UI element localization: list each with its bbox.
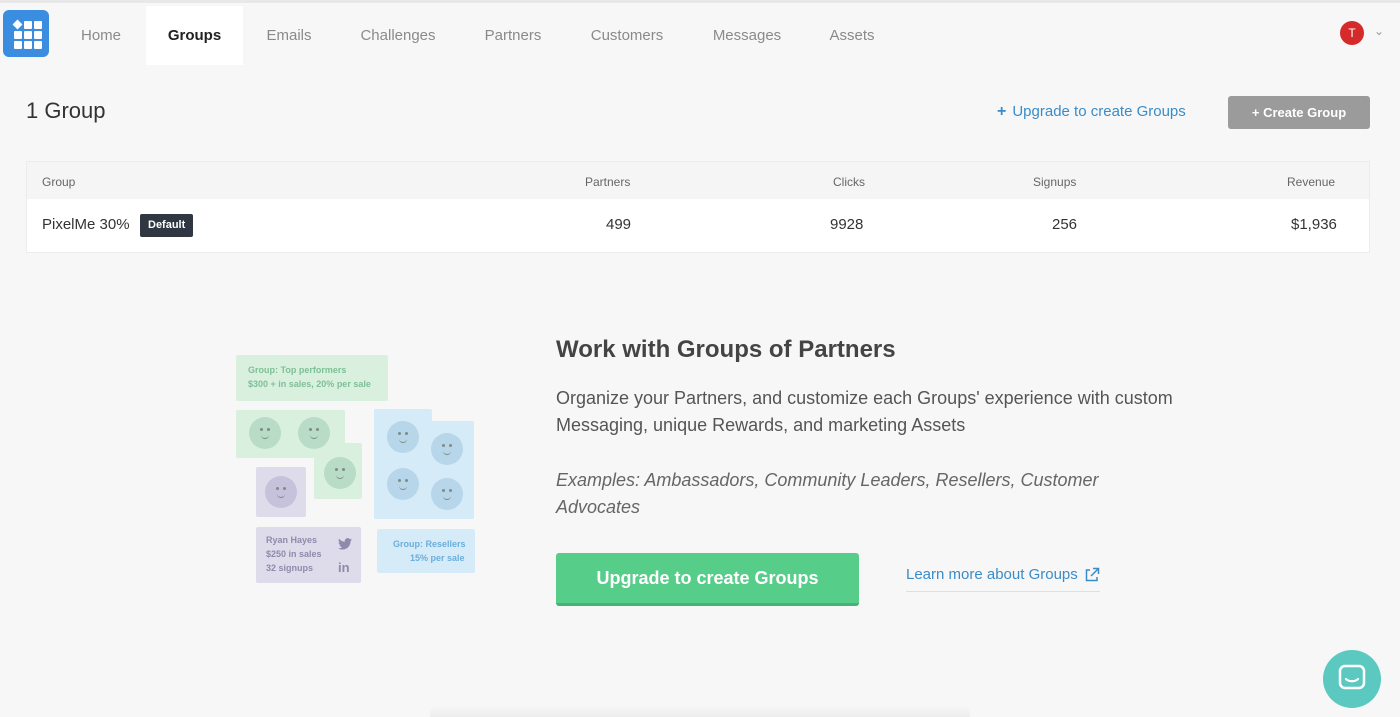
- external-link-icon: [1085, 567, 1100, 582]
- chat-icon: [1338, 664, 1366, 690]
- partner-face-icon: [265, 476, 297, 508]
- create-group-button[interactable]: + Create Group: [1228, 96, 1370, 129]
- column-header-partners[interactable]: Partners: [585, 175, 630, 189]
- upgrade-button[interactable]: Upgrade to create Groups: [556, 553, 859, 606]
- partner-face-icon: [249, 417, 281, 449]
- table-header: Group Partners Clicks Signups Revenue: [27, 162, 1369, 199]
- person-sales: $250 in sales: [266, 549, 322, 559]
- upgrade-link-label: Upgrade to create Groups: [1012, 103, 1186, 120]
- column-header-revenue[interactable]: Revenue: [1287, 175, 1335, 189]
- partner-face-icon: [324, 457, 356, 489]
- nav-emails[interactable]: Emails: [253, 6, 325, 65]
- clicks-count: 9928: [830, 216, 864, 233]
- chat-launcher-button[interactable]: [1323, 650, 1381, 708]
- group-name[interactable]: PixelMe 30%: [42, 216, 130, 233]
- promo-title: Work with Groups of Partners: [556, 336, 896, 363]
- groups-illustration: Group: Top performers $300 + in sales, 2…: [236, 355, 476, 585]
- partner-face-icon: [387, 468, 419, 500]
- promo-description: Organize your Partners, and customize ea…: [556, 388, 1173, 435]
- twitter-icon: [338, 538, 352, 550]
- promo-examples: Examples: Ambassadors, Community Leaders…: [556, 470, 1099, 517]
- nav-home[interactable]: Home: [66, 6, 136, 65]
- resellers-line2: 15% per sale: [410, 553, 465, 563]
- revenue-value: $1,936: [1291, 216, 1337, 233]
- partner-face-icon: [387, 421, 419, 453]
- chevron-down-icon[interactable]: ⌄: [1374, 25, 1386, 37]
- resellers-card: [377, 529, 475, 573]
- page-title: 1 Group: [26, 98, 106, 123]
- upgrade-link[interactable]: + Upgrade to create Groups: [997, 103, 1186, 121]
- nav-challenges[interactable]: Challenges: [345, 6, 451, 65]
- column-header-signups[interactable]: Signups: [1033, 175, 1076, 189]
- partner-face-icon: [431, 433, 463, 465]
- column-header-clicks[interactable]: Clicks: [833, 175, 865, 189]
- top-nav: Home Groups Emails Challenges Partners C…: [0, 0, 1400, 65]
- nav-messages[interactable]: Messages: [698, 6, 796, 65]
- resellers-line1: Group: Resellers: [393, 539, 466, 549]
- nav-groups[interactable]: Groups: [146, 6, 243, 65]
- app-logo-icon[interactable]: [3, 10, 49, 57]
- top-card-line2: $300 + in sales, 20% per sale: [248, 379, 371, 389]
- partner-face-icon: [298, 417, 330, 449]
- linkedin-icon: in: [338, 560, 350, 575]
- top-card-line1: Group: Top performers: [248, 365, 347, 375]
- partners-count: 499: [606, 216, 632, 233]
- nav-assets[interactable]: Assets: [816, 6, 888, 65]
- learn-more-link[interactable]: Learn more about Groups: [906, 566, 1100, 592]
- column-header-group[interactable]: Group: [42, 175, 75, 189]
- plus-icon: +: [997, 103, 1007, 120]
- nav-customers[interactable]: Customers: [576, 6, 678, 65]
- bottom-panel-edge: [430, 705, 970, 717]
- default-badge: Default: [140, 214, 194, 237]
- signups-count: 256: [1052, 216, 1078, 233]
- learn-more-label: Learn more about Groups: [906, 566, 1078, 583]
- user-avatar[interactable]: T: [1340, 21, 1364, 45]
- partner-face-icon: [431, 478, 463, 510]
- nav-partners[interactable]: Partners: [470, 6, 556, 65]
- person-name: Ryan Hayes: [266, 535, 318, 545]
- groups-table: Group Partners Clicks Signups Revenue Pi…: [26, 161, 1370, 253]
- person-signups: 32 signups: [266, 563, 314, 573]
